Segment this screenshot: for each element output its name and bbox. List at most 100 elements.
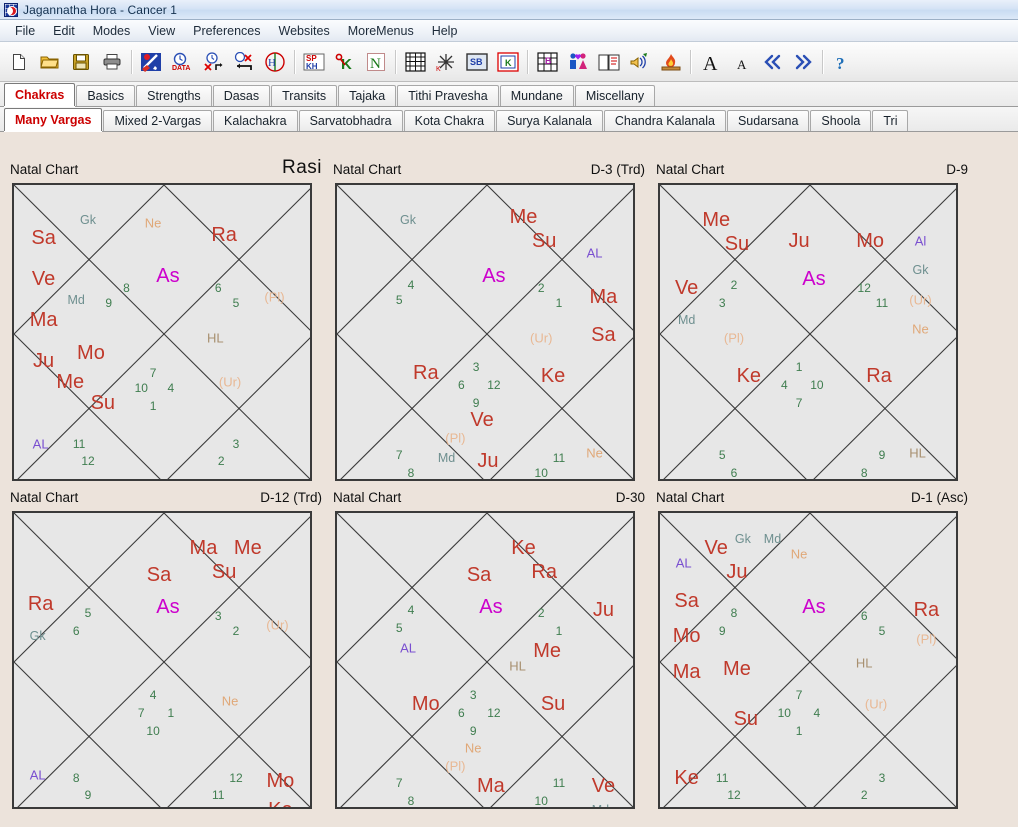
chart-d9-diagram[interactable]: MeSuJuMoAlGk(Ur)NeVeMd32As1211(Pl)Ke1410… [658, 183, 958, 481]
subtab-shoola[interactable]: Shoola [810, 110, 871, 131]
tab-chakras[interactable]: Chakras [4, 83, 75, 106]
menu-preferences[interactable]: Preferences [184, 22, 269, 40]
chart-d1-asc-header: Natal ChartD-1 (Asc) [654, 489, 970, 511]
chart-d3[interactable]: Natal ChartD-3 (Trd) Gk54AsMeSuAL21MaSa(… [331, 161, 647, 486]
menu-edit[interactable]: Edit [44, 22, 84, 40]
special-point-ur: (Ur) [865, 698, 887, 711]
special-point-al: Al [915, 234, 927, 247]
planet-ve: Ve [705, 538, 728, 558]
tab-mundane[interactable]: Mundane [500, 85, 574, 106]
house-number: 3 [215, 610, 222, 622]
special-point-md: Md [592, 804, 609, 809]
font-small-A-icon[interactable]: A [726, 47, 756, 77]
subtab-sarvatobhadra[interactable]: Sarvatobhadra [299, 110, 403, 131]
special-point-pl: (Pl) [916, 633, 936, 646]
house-number: 2 [233, 625, 240, 637]
chart-d12[interactable]: Natal ChartD-12 (Trd) SaMaMeSuRaGk65As32… [8, 489, 324, 814]
open-folder-icon[interactable] [35, 47, 65, 77]
grid-chart-icon[interactable] [400, 47, 430, 77]
planet-mo: Mo [77, 343, 105, 363]
new-document-icon[interactable] [4, 47, 34, 77]
house-number: 3 [473, 361, 480, 373]
subtab-kalachakra[interactable]: Kalachakra [213, 110, 298, 131]
subtab-tri[interactable]: Tri [872, 110, 908, 131]
font-large-A-icon[interactable]: A [695, 47, 725, 77]
subtab-mixed-2-vargas[interactable]: Mixed 2-Vargas [103, 110, 212, 131]
house-number: 6 [861, 610, 868, 622]
menu-file[interactable]: File [6, 22, 44, 40]
subtab-many-vargas[interactable]: Many Vargas [4, 108, 102, 131]
n-letter-icon[interactable]: N [361, 47, 391, 77]
sb-sarvatobhadra-icon[interactable]: SB [462, 47, 492, 77]
chart-d1-asc[interactable]: Natal ChartD-1 (Asc) VeGkMdJuNeALSaMoMa9… [654, 489, 970, 814]
planet-ju: Ju [33, 351, 54, 371]
sp-kh-icon[interactable]: SPKH [299, 47, 329, 77]
homa-fire-icon[interactable] [656, 47, 686, 77]
menu-view[interactable]: View [139, 22, 184, 40]
ayanamsa-circle-icon[interactable]: H [260, 47, 290, 77]
clock-data-icon[interactable]: DATA [167, 47, 197, 77]
subtab-kota-chakra[interactable]: Kota Chakra [404, 110, 495, 131]
prev-double-chevron-icon[interactable] [757, 47, 787, 77]
book-icon[interactable] [594, 47, 624, 77]
chart-rasi[interactable]: Natal ChartRasi SaVeMaJuGkMd98NeAsRa65(P… [8, 161, 324, 486]
planet-ra: Ra [28, 594, 54, 614]
planet-me: Me [723, 659, 751, 679]
clock-redo-icon[interactable] [229, 47, 259, 77]
house-number: 11 [212, 789, 224, 801]
subtab-chandra-kalanala[interactable]: Chandra Kalanala [604, 110, 726, 131]
ascendant-marker: As [802, 269, 825, 289]
house-number: 8 [123, 282, 130, 294]
menu-help[interactable]: Help [423, 22, 467, 40]
special-point-al: AL [30, 768, 46, 781]
svg-text:A: A [703, 53, 718, 72]
horoscope-wand-icon[interactable] [136, 47, 166, 77]
chart-d12-diagram[interactable]: SaMaMeSuRaGk65As32(Ur)47110NeAL891211MoK… [12, 511, 312, 809]
subtab-sudarsana[interactable]: Sudarsana [727, 110, 809, 131]
chart-varga-label: Rasi [282, 157, 322, 179]
tab-strengths[interactable]: Strengths [136, 85, 212, 106]
menu-moremenus[interactable]: MoreMenus [339, 22, 423, 40]
house-number: 3 [233, 438, 240, 450]
ascendant-marker: As [156, 266, 179, 286]
planet-me: Me [56, 372, 84, 392]
planet-ra: Ra [211, 225, 237, 245]
kp-key-icon[interactable]: K [330, 47, 360, 77]
chart-varga-label: D-9 [946, 162, 968, 177]
chart-d9[interactable]: Natal ChartD-9 MeSuJuMoAlGk(Ur)NeVeMd32A… [654, 161, 970, 486]
next-double-chevron-icon[interactable] [788, 47, 818, 77]
k-framed-icon[interactable]: K [493, 47, 523, 77]
svg-text:K: K [341, 56, 352, 72]
tab-basics[interactable]: Basics [76, 85, 135, 106]
chart-rasi-diagram[interactable]: SaVeMaJuGkMd98NeAsRa65(Pl)HL(Ur)MoMeSu71… [12, 183, 312, 481]
planet-ke: Ke [674, 768, 698, 788]
tab-tajaka[interactable]: Tajaka [338, 85, 396, 106]
save-floppy-icon[interactable] [66, 47, 96, 77]
print-icon[interactable] [97, 47, 127, 77]
help-question-icon[interactable]: ? [827, 47, 857, 77]
house-number: 8 [408, 467, 415, 479]
speaker-mantra-icon[interactable] [625, 47, 655, 77]
menu-modes[interactable]: Modes [84, 22, 140, 40]
tab-miscellany[interactable]: Miscellany [575, 85, 655, 106]
chart-title: Natal Chart [333, 162, 401, 177]
subtab-surya-kalanala[interactable]: Surya Kalanala [496, 110, 603, 131]
house-number: 9 [473, 397, 480, 409]
house-number: 10 [535, 467, 548, 479]
primary-tab-strip: ChakrasBasicsStrengthsDasasTransitsTajak… [0, 82, 1018, 107]
window-titlebar: Jagannatha Hora - Cancer 1 [0, 0, 1018, 20]
tab-dasas[interactable]: Dasas [213, 85, 270, 106]
house-number: 2 [538, 282, 545, 294]
tab-transits[interactable]: Transits [271, 85, 337, 106]
couple-match-icon[interactable] [563, 47, 593, 77]
special-point-md: Md [678, 314, 695, 327]
chart-d1-asc-diagram[interactable]: VeGkMdJuNeALSaMoMa98As65Ra(Pl)HLMeSu(Ur)… [658, 511, 958, 809]
chart-d3-diagram[interactable]: Gk54AsMeSuAL21MaSa(Ur)Ra36129KeVe(Pl)MdJ… [335, 183, 635, 481]
tab-tithi-pravesha[interactable]: Tithi Pravesha [397, 85, 498, 106]
menu-websites[interactable]: Websites [270, 22, 339, 40]
b-grid-icon[interactable]: B [532, 47, 562, 77]
chart-d30[interactable]: Natal ChartD-30 SaKeRa54As21JuALMeHLMo36… [331, 489, 647, 814]
clock-undo-icon[interactable] [198, 47, 228, 77]
kota-sun-icon[interactable]: K [431, 47, 461, 77]
chart-d30-diagram[interactable]: SaKeRa54As21JuALMeHLMo36129SuNe(Pl)Ma781… [335, 511, 635, 809]
